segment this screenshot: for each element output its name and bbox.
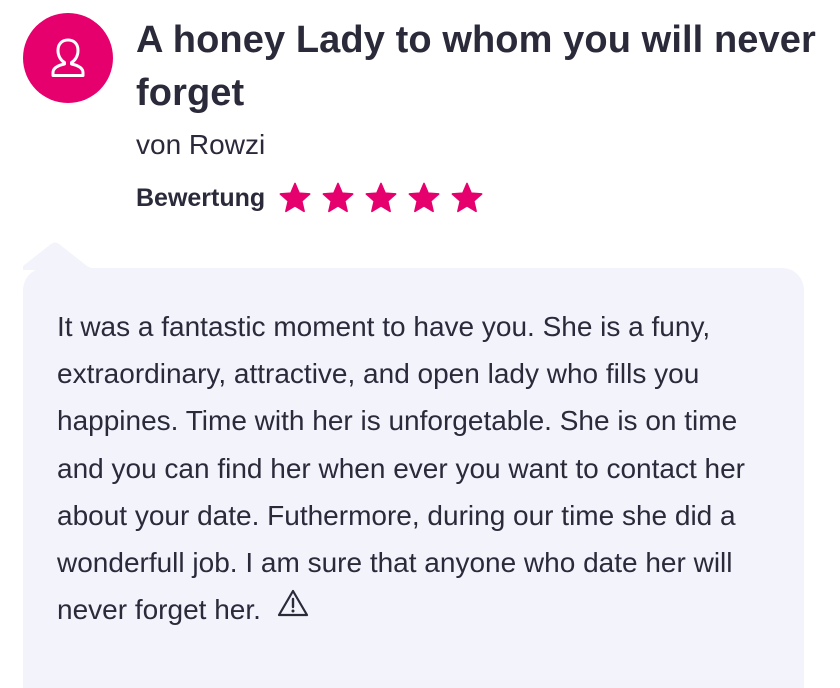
- rating-stars: [277, 181, 492, 215]
- warning-icon[interactable]: [277, 585, 309, 632]
- review-title: A honey Lady to whom you will never forg…: [136, 19, 816, 114]
- avatar: [23, 13, 113, 103]
- star-icon: [451, 182, 483, 213]
- star-icon: [279, 182, 311, 213]
- rating-label: Bewertung: [136, 183, 266, 212]
- review-author: von Rowzi: [136, 129, 266, 160]
- user-icon: [51, 38, 85, 77]
- star-icon: [408, 182, 440, 213]
- star-icon: [365, 182, 397, 213]
- review-text-content: It was a fantastic moment to have you. S…: [57, 311, 745, 626]
- bubble-tail: [23, 242, 113, 270]
- star-icon: [322, 182, 354, 213]
- review-text: It was a fantastic moment to have you. S…: [57, 303, 777, 635]
- rating-row: Bewertung: [136, 178, 492, 218]
